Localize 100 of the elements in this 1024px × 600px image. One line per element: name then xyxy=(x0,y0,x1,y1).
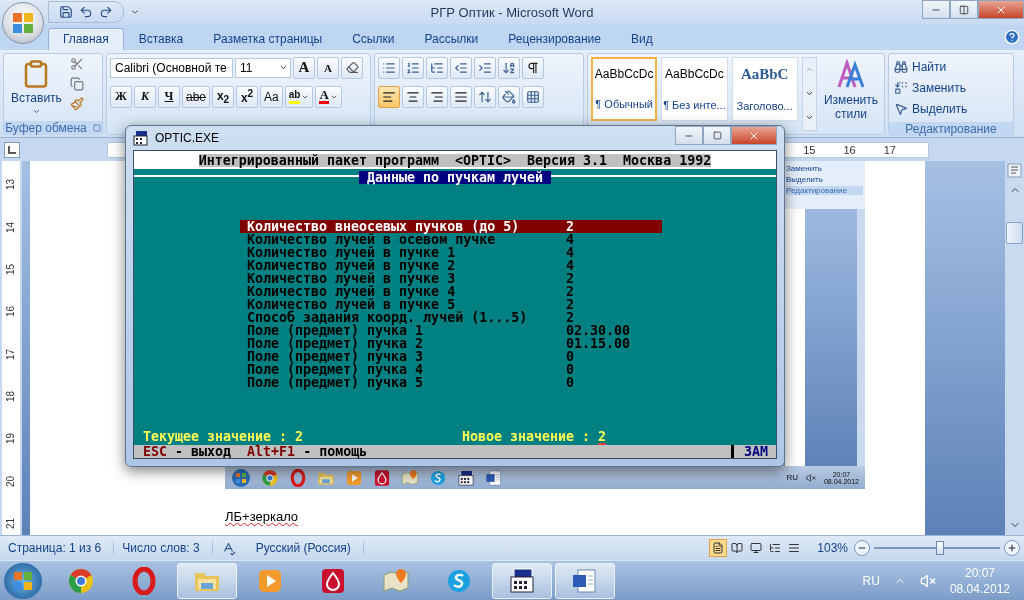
parameter-row[interactable]: Поле (предмет) пучка 5 0 xyxy=(240,376,662,389)
slider-thumb[interactable] xyxy=(935,541,944,556)
language-label: RU xyxy=(862,573,880,588)
shrink-font-button[interactable]: A xyxy=(317,56,339,79)
parameter-row[interactable]: Количество лучей в пучке 2 4 xyxy=(240,259,662,272)
highlight-button[interactable]: ab xyxy=(284,85,314,108)
parameter-row[interactable]: Поле (предмет) пучка 1 02.30.00 xyxy=(240,324,662,337)
help-icon[interactable] xyxy=(1004,29,1020,46)
parameter-row[interactable]: Количество лучей в осевом пучке 4 xyxy=(240,233,662,246)
parameter-label: Количество лучей в пучке 4 xyxy=(247,285,457,298)
decrease-indent-button[interactable] xyxy=(450,56,472,79)
shading-button[interactable] xyxy=(498,85,520,108)
parameter-row[interactable]: Поле (предмет) пучка 3 0 xyxy=(240,350,662,363)
parameter-value: 0 xyxy=(566,350,574,363)
monitor-icon xyxy=(750,542,763,555)
multilevel-button[interactable] xyxy=(426,56,448,79)
parameter-row[interactable]: Поле (предмет) пучка 4 0 xyxy=(240,363,662,376)
zoom-out-button[interactable] xyxy=(854,540,870,557)
scissors-icon xyxy=(69,56,84,71)
align-button[interactable] xyxy=(402,85,424,108)
zoom-level: 103% xyxy=(816,541,849,556)
parameter-row[interactable]: Поле (предмет) пучка 2 01.15.00 xyxy=(240,337,662,350)
ribbon-tab[interactable]: Вставка xyxy=(123,27,199,50)
paste-button[interactable]: Вставить xyxy=(7,56,66,118)
parameter-row[interactable]: Количество лучей в пучке 4 2 xyxy=(240,285,662,298)
font-size-field[interactable]: 11 xyxy=(235,57,291,78)
office-button[interactable] xyxy=(2,2,44,44)
format-button[interactable]: Ч xyxy=(158,85,180,108)
close-button[interactable] xyxy=(978,0,1024,19)
numbering-button[interactable] xyxy=(402,56,424,79)
align-button[interactable] xyxy=(378,85,400,108)
maximize-icon xyxy=(712,131,722,140)
editing-button[interactable]: Найти xyxy=(892,56,970,77)
parameter-value: 0 xyxy=(566,376,574,389)
align-button[interactable] xyxy=(450,85,472,108)
tab-stop-selector[interactable] xyxy=(4,141,20,158)
clear-format-button[interactable] xyxy=(341,56,363,79)
binoculars-icon xyxy=(894,59,908,74)
ruler-number: 15 xyxy=(5,264,17,276)
ribbon-tab[interactable]: Рассылки xyxy=(409,27,494,50)
parameter-label: Количество лучей в пучке 5 xyxy=(247,298,456,311)
font-name-field[interactable]: Calibri (Основной те xyxy=(110,57,233,78)
current-value: Текущее значение : 2 xyxy=(143,430,305,445)
muted-speaker-icon[interactable] xyxy=(919,572,936,589)
undo-icon[interactable] xyxy=(79,5,93,20)
format-button[interactable]: x$_{2}$ xyxy=(212,85,235,108)
editing-button[interactable]: Выделить xyxy=(892,98,970,119)
document-text: ЛБ+зеркало xyxy=(225,509,299,525)
ribbon-tab[interactable]: Вид xyxy=(615,27,668,50)
launcher-icon[interactable] xyxy=(92,123,101,132)
align-icon xyxy=(454,89,468,104)
view-button[interactable] xyxy=(709,539,728,558)
maximize-button[interactable] xyxy=(703,126,731,145)
style-tile[interactable]: AaBbCcDc ¶ Без инте... xyxy=(661,56,728,121)
scroll-thumb[interactable] xyxy=(1006,222,1023,245)
chat-logo-icon xyxy=(429,469,447,487)
window-title: OPTIC.EXE xyxy=(155,131,219,145)
ribbon-tab[interactable]: Ссылки xyxy=(337,27,410,50)
format-button[interactable]: Ж xyxy=(110,85,132,108)
parameter-row[interactable]: Количество внеосевых пучков (до 5) 2 xyxy=(240,220,662,233)
parameter-row[interactable]: Количество лучей в пучке 5 2 xyxy=(240,298,662,311)
minimize-button[interactable] xyxy=(675,126,703,145)
parameter-row[interactable]: Способ задания коорд. лучей (1...5) 2 xyxy=(240,311,662,324)
format-button[interactable]: К xyxy=(134,85,156,108)
close-button[interactable] xyxy=(731,126,777,145)
editing-button[interactable]: Заменить xyxy=(892,77,970,98)
ribbon-tab[interactable]: Рецензирование xyxy=(493,27,616,50)
start-button[interactable] xyxy=(4,562,42,599)
ribbon-tab[interactable]: Главная xyxy=(48,27,124,50)
style-tile[interactable]: AaBbCcDc ¶ Обычный xyxy=(591,56,658,121)
grow-font-button[interactable]: A xyxy=(293,56,315,79)
taskbar-button[interactable] xyxy=(492,562,552,599)
format-button[interactable]: abe xyxy=(182,85,211,108)
style-tile[interactable]: AaBbC Заголово... xyxy=(731,56,798,121)
ruler-number: 13 xyxy=(5,179,17,191)
parameter-row[interactable]: Количество лучей в пучке 1 4 xyxy=(240,246,662,259)
scrollbar[interactable] xyxy=(1005,161,1024,536)
font-color-button[interactable]: A xyxy=(315,85,342,108)
parameter-value: 4 xyxy=(566,233,574,246)
program-window-icon xyxy=(457,469,475,487)
eraser-icon xyxy=(345,61,359,75)
redo-icon[interactable] xyxy=(99,5,113,20)
align-button[interactable] xyxy=(426,85,448,108)
maximize-button[interactable] xyxy=(950,0,978,19)
minimize-button[interactable] xyxy=(922,0,950,19)
line-spacing-button[interactable] xyxy=(474,85,496,108)
taskbar-button[interactable] xyxy=(555,562,615,599)
format-button[interactable]: x$^{2}$ xyxy=(236,85,259,108)
sort-button[interactable] xyxy=(498,56,520,79)
bullets-button[interactable] xyxy=(378,56,400,79)
increase-indent-button[interactable] xyxy=(474,56,496,79)
borders-button[interactable] xyxy=(522,85,544,108)
format-button[interactable]: Aa xyxy=(260,85,283,108)
change-styles-button[interactable]: Изменить стили xyxy=(821,56,881,131)
pilcrow-button[interactable] xyxy=(522,56,544,79)
pointer-icon xyxy=(894,101,908,116)
zoom-in-button[interactable] xyxy=(1004,540,1020,557)
ribbon-tab[interactable]: Разметка страницы xyxy=(198,27,338,50)
save-icon[interactable] xyxy=(59,5,73,20)
parameter-row[interactable]: Количество лучей в пучке 3 2 xyxy=(240,272,662,285)
